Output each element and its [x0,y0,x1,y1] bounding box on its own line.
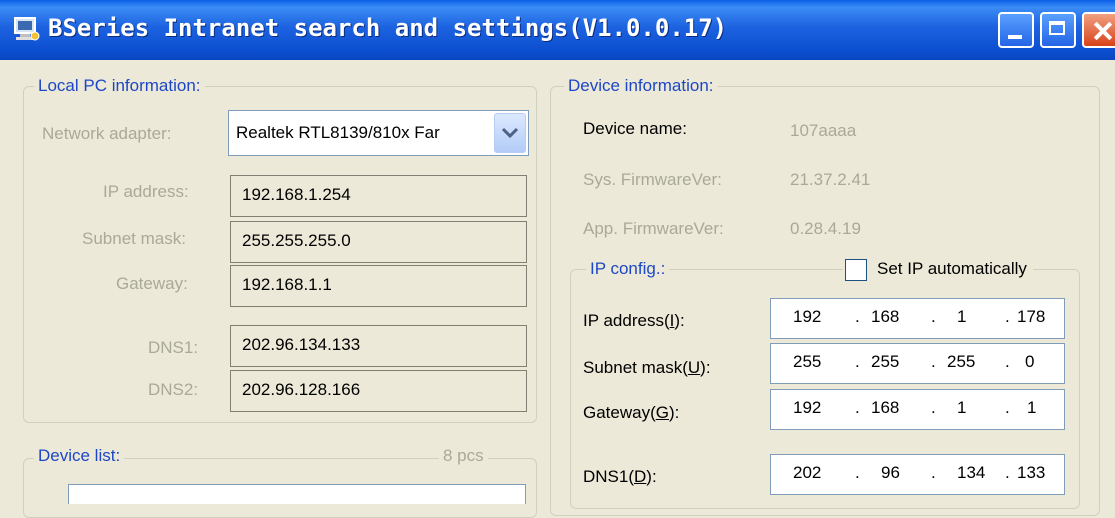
close-button[interactable] [1082,12,1115,48]
app-firmware-label: App. FirmwareVer: [583,219,724,238]
ip-config-legend: IP config.: [586,259,670,279]
sys-firmware-value: 21.37.2.41 [790,170,871,189]
local-mask-label: Subnet mask: [82,229,186,248]
device-list-legend: Device list: [34,446,125,466]
local-dns2-label: DNS2: [148,380,199,399]
local-dns1-label: DNS1: [148,338,199,357]
device-info-legend: Device information: [564,76,718,96]
ip-address-input[interactable]: 192. 168. 1. 178 [770,298,1065,339]
subnet-mask-input[interactable]: 255. 255. 255. 0 [770,343,1065,384]
set-ip-auto-label[interactable]: Set IP automatically [877,259,1059,278]
network-settings-icon [14,17,40,41]
title-bar[interactable]: BSeries Intranet search and settings(V1.… [0,0,1115,60]
local-pc-legend: Local PC information: [34,76,205,96]
local-dns2-value: 202.96.128.166 [230,370,527,412]
local-ip-label: IP address: [103,182,189,201]
sys-firmware-label: Sys. FirmwareVer: [583,170,722,189]
local-ip-value: 192.168.1.254 [230,175,527,217]
device-count: 8 pcs [439,446,488,466]
dns1-label: DNS1(D): [583,467,657,486]
app-firmware-value: 0.28.4.19 [790,219,861,238]
local-mask-value: 255.255.255.0 [230,221,527,263]
chevron-down-icon[interactable] [494,113,526,153]
set-ip-auto-checkbox[interactable] [845,259,867,281]
gateway-input[interactable]: 192. 168. 1. 1 [770,389,1065,430]
device-name-label: Device name: [583,119,687,138]
gateway-label: Gateway(G): [583,403,680,422]
local-dns1-value: 202.96.134.133 [230,325,527,367]
device-name-value: 107aaaa [790,121,857,140]
local-gateway-label: Gateway: [116,274,188,293]
network-adapter-value: Realtek RTL8139/810x Far [236,123,440,142]
set-ip-auto-option[interactable]: Set IP automatically [843,257,1033,283]
ip-address-label: IP address(I): [583,311,685,330]
maximize-button[interactable] [1040,12,1076,48]
dns1-input[interactable]: 202. 96. 134. 133 [770,454,1065,495]
network-adapter-select[interactable]: Realtek RTL8139/810x Far [228,110,529,156]
network-adapter-label: Network adapter: [42,124,172,143]
device-list-box[interactable] [68,484,526,504]
minimize-button[interactable] [998,12,1034,48]
window-title: BSeries Intranet search and settings(V1.… [48,14,728,42]
subnet-mask-label: Subnet mask(U): [583,358,711,377]
local-gateway-value: 192.168.1.1 [230,265,527,307]
